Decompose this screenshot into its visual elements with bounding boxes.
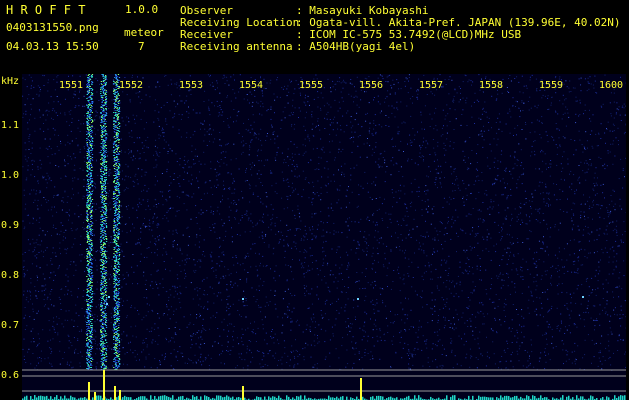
y-tick-label: 0.9 <box>1 220 20 231</box>
y-tick-label: 1.0 <box>1 170 20 181</box>
x-tick-label: 1600 <box>599 80 624 91</box>
x-tick-label: 1558 <box>479 80 504 91</box>
observer-value: : Masayuki Kobayashi <box>296 4 429 17</box>
location-label: Receiving Location <box>180 16 300 29</box>
x-tick-label: 1554 <box>239 80 264 91</box>
x-tick-label: 1557 <box>419 80 444 91</box>
antenna-value: : A504HB(yagi 4el) <box>296 40 416 53</box>
meteor-count: 7 <box>138 40 145 53</box>
file-name: 0403131550.png <box>6 21 99 34</box>
x-tick-label: 1552 <box>119 80 144 91</box>
file-datetime: 04.03.13 15:50 <box>6 40 99 53</box>
x-tick-label: 1551 <box>59 80 84 91</box>
y-tick-label: 1.1 <box>1 120 20 131</box>
location-value: : Ogata-vill. Akita-Pref. JAPAN (139.96E… <box>296 16 621 29</box>
app-version: 1.0.0 <box>125 3 159 16</box>
khz-unit: kHz <box>1 76 20 87</box>
x-tick-label: 1556 <box>359 80 384 91</box>
observer-label: Observer <box>180 4 233 17</box>
x-tick-label: 1555 <box>299 80 324 91</box>
y-tick-label: 0.7 <box>1 320 20 331</box>
receiver-label: Receiver <box>180 28 233 41</box>
meteor-label: meteor <box>124 26 164 39</box>
antenna-label: Receiving antenna <box>180 40 293 53</box>
spectrogram <box>22 74 626 400</box>
x-tick-label: 1559 <box>539 80 564 91</box>
receiver-value: : ICOM IC-575 53.7492(@LCD)MHz USB <box>296 28 522 41</box>
y-tick-label: 0.8 <box>1 270 20 281</box>
y-tick-label: 0.6 <box>1 370 20 381</box>
app-logo: H R O F F T <box>6 3 86 17</box>
x-tick-label: 1553 <box>179 80 204 91</box>
